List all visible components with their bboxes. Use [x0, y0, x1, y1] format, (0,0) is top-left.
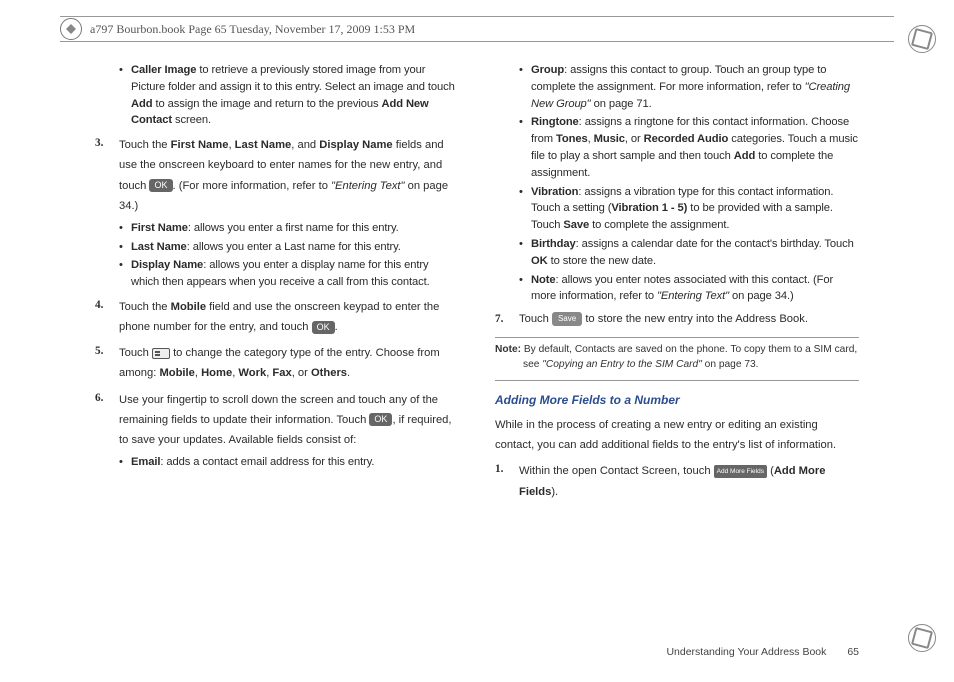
- ok-button-icon: OK: [369, 413, 392, 426]
- bullet-display-name: • Display Name: allows you enter a displ…: [119, 257, 459, 291]
- add-fields-step-1: 1. Within the open Contact Screen, touch…: [495, 461, 859, 501]
- left-column: • Caller Image to retrieve a previously …: [95, 60, 459, 642]
- add-more-fields-button-icon: Add More Fields: [714, 465, 767, 479]
- right-column: • Group: assigns this contact to group. …: [495, 60, 859, 642]
- content-columns: • Caller Image to retrieve a previously …: [95, 60, 859, 642]
- note-default-storage: Note: By default, Contacts are saved on …: [495, 342, 859, 373]
- footer-page-number: 65: [847, 646, 859, 658]
- ok-button-icon: OK: [312, 321, 335, 334]
- book-page-icon: [60, 18, 82, 40]
- bullet-birthday: • Birthday: assigns a calendar date for …: [519, 236, 859, 270]
- section-heading-add-fields: Adding More Fields to a Number: [495, 391, 859, 409]
- page-header: a797 Bourbon.book Page 65 Tuesday, Novem…: [60, 16, 894, 42]
- header-left: a797 Bourbon.book Page 65 Tuesday, Novem…: [60, 18, 415, 40]
- bullet-caller-image: • Caller Image to retrieve a previously …: [119, 62, 459, 129]
- divider: [495, 380, 859, 381]
- bullet-ringtone: • Ringtone: assigns a ringtone for this …: [519, 114, 859, 181]
- framemaker-bottom-icon: [908, 624, 936, 652]
- step-7: 7. Touch Save to store the new entry int…: [495, 311, 859, 328]
- header-text: a797 Bourbon.book Page 65 Tuesday, Novem…: [90, 22, 415, 37]
- bullet-email: • Email: adds a contact email address fo…: [119, 454, 459, 471]
- bullet-note: • Note: allows you enter notes associate…: [519, 272, 859, 306]
- bullet-first-name: • First Name: allows you enter a first n…: [119, 220, 459, 237]
- step-6: 6. Use your fingertip to scroll down the…: [95, 390, 459, 450]
- framemaker-top-icon: [908, 25, 936, 53]
- add-fields-intro: While in the process of creating a new e…: [495, 415, 859, 455]
- save-button-icon: Save: [552, 312, 582, 326]
- footer-section: Understanding Your Address Book: [666, 646, 826, 658]
- divider: [495, 337, 859, 338]
- step-4: 4. Touch the Mobile field and use the on…: [95, 297, 459, 337]
- page-footer: Understanding Your Address Book 65: [666, 646, 859, 658]
- category-icon: [152, 348, 170, 359]
- bullet-vibration: • Vibration: assigns a vibration type fo…: [519, 184, 859, 234]
- bullet-group: • Group: assigns this contact to group. …: [519, 62, 859, 112]
- step-3: 3. Touch the First Name, Last Name, and …: [95, 135, 459, 216]
- ok-button-icon: OK: [149, 179, 172, 192]
- step-5: 5. Touch to change the category type of …: [95, 343, 459, 383]
- caller-image-label: Caller Image: [131, 64, 196, 76]
- bullet-last-name: • Last Name: allows you enter a Last nam…: [119, 239, 459, 256]
